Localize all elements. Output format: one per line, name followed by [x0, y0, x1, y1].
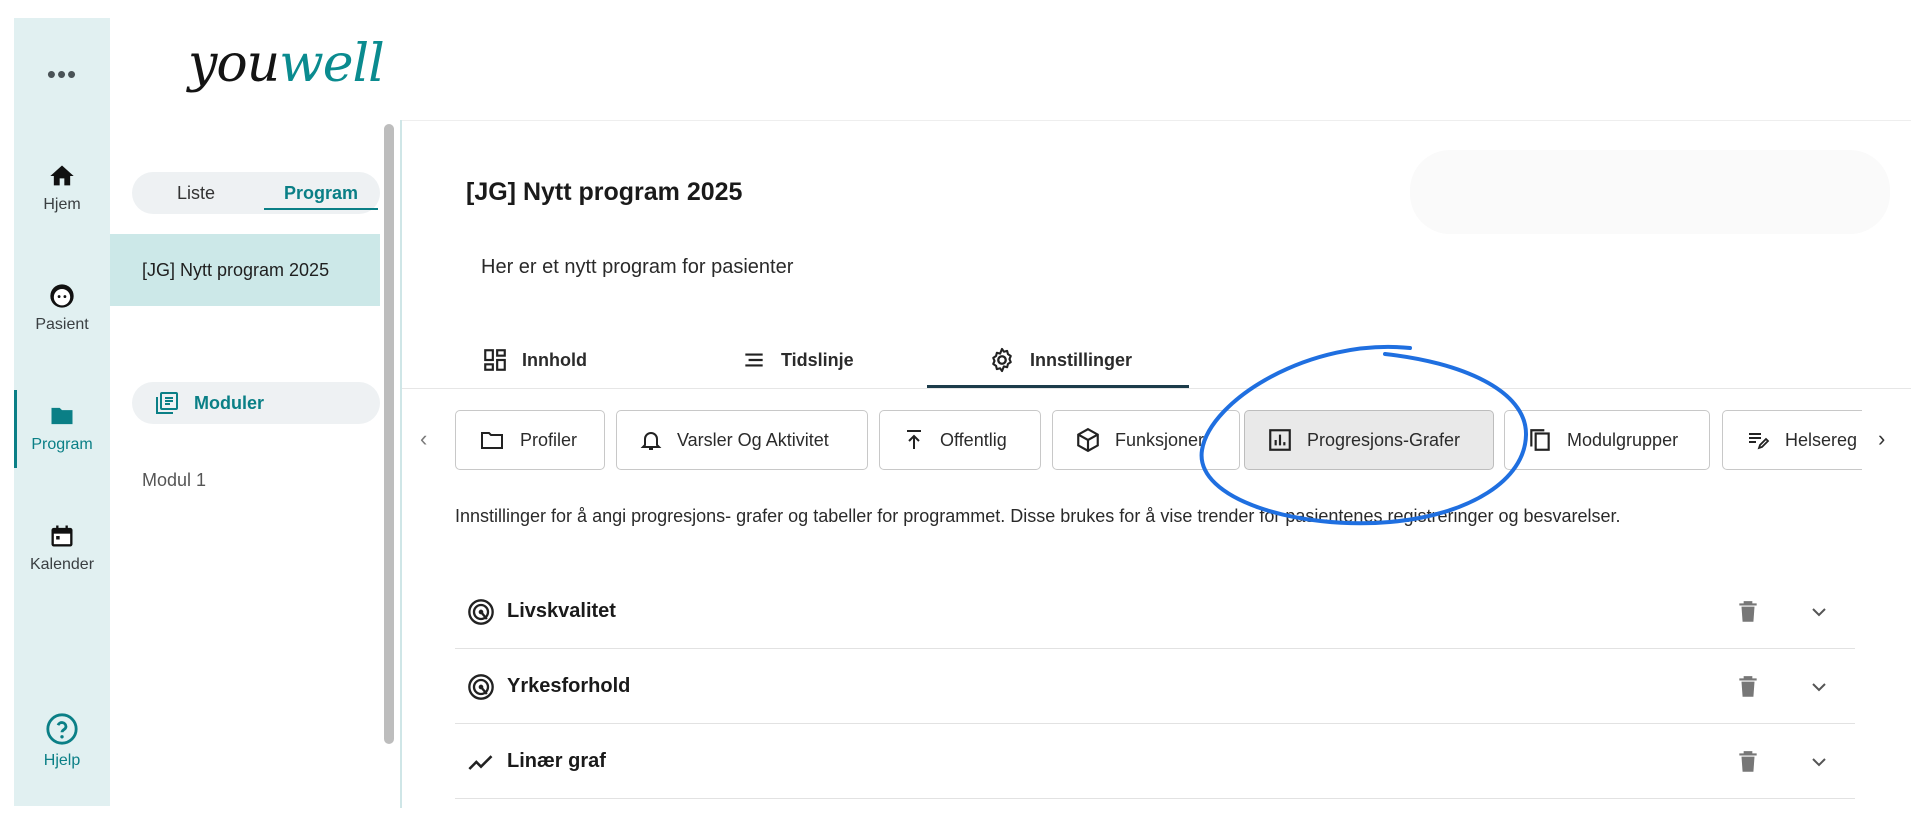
graph-row-yrkesforhold[interactable]: Yrkesforhold	[455, 649, 1855, 724]
chip-helsereg[interactable]: Helsereg	[1722, 410, 1862, 470]
youwell-logo[interactable]: youwell	[188, 34, 385, 94]
sidebar-scrollbar[interactable]	[384, 124, 394, 744]
module-item[interactable]: Modul 1	[142, 470, 206, 491]
nav-item-hjelp[interactable]: Hjelp	[14, 712, 110, 802]
panel-divider	[400, 120, 402, 808]
toggle-program[interactable]: Program	[264, 172, 378, 214]
nav-item-program[interactable]: Program	[14, 390, 110, 480]
modules-button[interactable]: Moduler	[132, 382, 380, 424]
cube-icon	[1077, 427, 1099, 453]
bell-icon	[640, 432, 662, 450]
tab-label: Innhold	[522, 349, 587, 370]
graph-row-livskvalitet[interactable]: Livskvalitet	[455, 574, 1855, 649]
gear-icon	[992, 347, 1012, 373]
publish-icon	[907, 430, 921, 449]
more-menu-button[interactable]: •••	[14, 61, 110, 87]
dashboard-icon	[484, 349, 506, 371]
calendar-icon	[51, 525, 73, 547]
chips-scroll-right-icon[interactable]: ›	[1878, 426, 1885, 452]
row-label: Yrkesforhold	[507, 675, 631, 697]
chips-scroll-left-icon[interactable]: ‹	[420, 426, 427, 452]
nav-label: Kalender	[29, 556, 95, 573]
modules-label: Moduler	[194, 393, 264, 413]
nav-label: Hjelp	[43, 752, 81, 769]
program-list-item[interactable]: [JG] Nytt program 2025	[110, 234, 380, 306]
logo-text: you	[188, 34, 280, 94]
nav-item-hjem[interactable]: Hjem	[14, 162, 110, 252]
delete-icon[interactable]	[1735, 748, 1761, 776]
nav-rail: ••• Hjem Pasient Program Kalender Hjelp	[14, 18, 110, 806]
page-title: [JG] Nytt program 2025	[466, 178, 743, 206]
chip-label: Helsereg	[1785, 429, 1858, 450]
logo-text-accent: well	[279, 34, 385, 94]
nav-label: Pasient	[35, 316, 89, 333]
tab-innhold[interactable]: Innhold	[482, 332, 587, 388]
delete-icon[interactable]	[1735, 673, 1761, 701]
line-chart-icon	[468, 755, 493, 770]
tab-label: Innstillinger	[1030, 349, 1133, 370]
face-icon	[50, 284, 74, 308]
folder-icon	[51, 407, 73, 425]
header-divider	[402, 120, 1911, 121]
folder-outline-icon	[481, 432, 503, 449]
chevron-down-icon[interactable]	[1807, 750, 1831, 774]
nav-label: Hjem	[43, 196, 81, 213]
chip-profiler[interactable]: Profiler	[455, 410, 605, 470]
radar-icon	[468, 599, 494, 625]
chip-label: Varsler Og Aktivitet	[677, 429, 829, 450]
help-circle-icon	[46, 713, 78, 745]
library-books-icon	[156, 392, 178, 414]
chip-offentlig[interactable]: Offentlig	[879, 410, 1041, 470]
annotation-circle	[1199, 344, 1529, 526]
chip-varsler-og-aktivitet[interactable]: Varsler Og Aktivitet	[616, 410, 868, 470]
home-icon	[50, 165, 74, 186]
chip-label: Profiler	[520, 429, 578, 450]
nav-item-pasient[interactable]: Pasient	[14, 282, 110, 372]
radar-icon	[468, 674, 494, 700]
chip-label: Offentlig	[940, 429, 1007, 450]
graph-row-linaer-graf[interactable]: Linær graf	[455, 724, 1855, 799]
row-label: Linær graf	[507, 750, 606, 772]
edit-note-icon	[1749, 433, 1770, 450]
tab-tidslinje[interactable]: Tidslinje	[741, 332, 854, 388]
nav-item-kalender[interactable]: Kalender	[14, 522, 110, 612]
toggle-liste[interactable]: Liste	[146, 172, 246, 214]
nav-label: Program	[31, 436, 93, 453]
chevron-down-icon[interactable]	[1807, 600, 1831, 624]
delete-icon[interactable]	[1735, 598, 1761, 626]
tab-label: Tidslinje	[781, 349, 854, 370]
header-placeholder	[1410, 150, 1890, 234]
timeline-icon	[745, 353, 763, 367]
list-program-toggle: Liste Program	[132, 172, 380, 214]
tabs-divider	[402, 388, 1911, 389]
row-label: Livskvalitet	[507, 600, 616, 622]
chip-label: Modulgrupper	[1567, 429, 1679, 450]
program-description: Her er et nytt program for pasienter	[481, 256, 794, 278]
program-sidebar: Liste Program [JG] Nytt program 2025 Mod…	[110, 122, 380, 808]
tab-innstillinger[interactable]: Innstillinger	[988, 332, 1132, 388]
chevron-down-icon[interactable]	[1807, 675, 1831, 699]
